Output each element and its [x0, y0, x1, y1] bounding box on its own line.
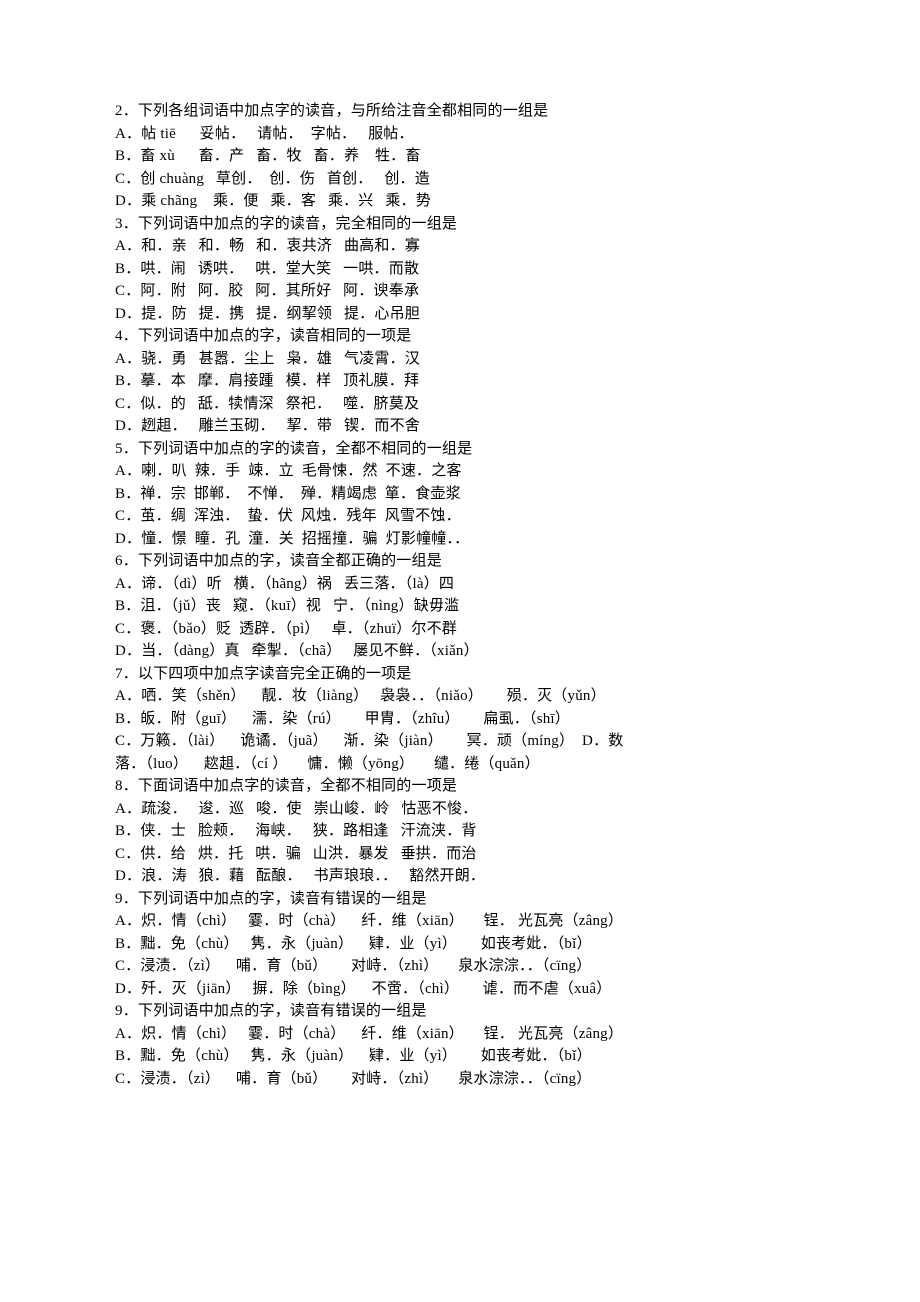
text-line: B．禅．宗 邯郸． 不惮． 殚．精竭虑 箪．食壶浆 [115, 483, 810, 506]
text-line: C．浸渍．（zì） 哺．育（bǔ） 对峙．（zhì） 泉水淙淙．．（cïng） [115, 955, 810, 978]
text-line: C．浸渍．（zì） 哺．育（bǔ） 对峙．（zhì） 泉水淙淙．．（cïng） [115, 1068, 810, 1091]
text-line: 6．下列词语中加点的字，读音全都正确的一组是 [115, 550, 810, 573]
text-line: 2．下列各组词语中加点字的读音，与所给注音全都相同的一组是 [115, 100, 810, 123]
text-content: 2．下列各组词语中加点字的读音，与所给注音全都相同的一组是A．帖 tiē 妥帖．… [115, 100, 810, 1090]
text-line: A．谛．（dì）听 横．（hãng）祸 丢三落．（là）四 [115, 573, 810, 596]
text-line: B．侠．士 脸颊． 海峡． 狭．路相逢 汗流浃．背 [115, 820, 810, 843]
text-line: C．供．给 烘．托 哄．骗 山洪．暴发 垂拱．而治 [115, 843, 810, 866]
text-line: B．畜 xù 畜．产 畜．牧 畜．养 牲．畜 [115, 145, 810, 168]
text-line: A．炽．情（chì） 霎．时（chà） 纤．维（xiān） 锃． 光瓦亮（zân… [115, 1023, 810, 1046]
text-line: C．创 chuàng 草创． 创．伤 首创． 创．造 [115, 168, 810, 191]
text-line: B．黜．免（chù） 隽．永（juàn） 肄．业（yì） 如丧考妣．（bǐ） [115, 1045, 810, 1068]
text-line: 3．下列词语中加点的字的读音，完全相同的一组是 [115, 213, 810, 236]
text-line: D．乘 chãng 乘．便 乘．客 乘．兴 乘．势 [115, 190, 810, 213]
text-line: B．皈．附（guī） 濡．染（rú） 甲胄．（zhîu） 扁虱．（shī） [115, 708, 810, 731]
text-line: A．炽．情（chì） 霎．时（chà） 纤．维（xiān） 锃． 光瓦亮（zân… [115, 910, 810, 933]
text-line: 5．下列词语中加点的字的读音，全都不相同的一组是 [115, 438, 810, 461]
text-line: B．摹．本 摩．肩接踵 模．样 顶礼膜．拜 [115, 370, 810, 393]
text-line: C．万籁．（lài） 诡谲．（juã） 渐．染（jiàn） 冥．顽（míng） … [115, 730, 810, 753]
text-line: A．喇．叭 辣．手 竦．立 毛骨悚．然 不速．之客 [115, 460, 810, 483]
text-line: C．茧．绸 浑浊． 蛰．伏 风烛．残年 风雪不蚀． [115, 505, 810, 528]
text-line: B．哄．闹 诱哄． 哄．堂大笑 一哄．而散 [115, 258, 810, 281]
text-line: C．褒．（bǎo）贬 透辟．（pì） 卓．（zhuï）尔不群 [115, 618, 810, 641]
text-line: D．憧．憬 瞳．孔 潼．关 招摇撞．骗 灯影幢幢．． [115, 528, 810, 551]
text-line: 9．下列词语中加点的字，读音有错误的一组是 [115, 888, 810, 911]
text-line: D．趔趄． 雕兰玉砌． 挈．带 锲．而不舍 [115, 415, 810, 438]
text-line: D．当．（dàng）真 牵掣．（chã） 屡见不鲜．（xiǎn） [115, 640, 810, 663]
text-line: 8．下面词语中加点字的读音，全都不相同的一项是 [115, 775, 810, 798]
text-line: 4．下列词语中加点的字，读音相同的一项是 [115, 325, 810, 348]
text-line: 落．（luo） 趑趄．（cí ） 慵．懒（yōng） 缱．绻（quǎn） [115, 753, 810, 776]
text-line: C．阿．附 阿．胶 阿．其所好 阿．谀奉承 [115, 280, 810, 303]
text-line: C．似．的 舐．犊情深 祭祀． 噬．脐莫及 [115, 393, 810, 416]
text-line: D．提．防 提．携 提．纲挈领 提．心吊胆 [115, 303, 810, 326]
text-line: A．帖 tiē 妥帖． 请帖． 字帖． 服帖． [115, 123, 810, 146]
document-page: 2．下列各组词语中加点字的读音，与所给注音全都相同的一组是A．帖 tiē 妥帖．… [0, 0, 920, 1302]
text-line: B．黜．免（chù） 隽．永（juàn） 肄．业（yì） 如丧考妣．（bǐ） [115, 933, 810, 956]
text-line: B．沮．（jǔ）丧 窥．（kuī）视 宁．（nìng）缺毋滥 [115, 595, 810, 618]
text-line: D．浪．涛 狼．藉 酝酿． 书声琅琅．． 豁然开朗． [115, 865, 810, 888]
text-line: A．哂．笑（shěn） 靓．妆（liàng） 袅袅．．（niǎo） 殒．灭（yǔ… [115, 685, 810, 708]
text-line: 7．以下四项中加点字读音完全正确的一项是 [115, 663, 810, 686]
text-line: D．歼．灭（jiān） 摒．除（bìng） 不啻．（chì） 谑．而不虐（xuâ… [115, 978, 810, 1001]
text-line: 9．下列词语中加点的字，读音有错误的一组是 [115, 1000, 810, 1023]
text-line: A．骁．勇 甚嚣．尘上 枭．雄 气凌霄．汉 [115, 348, 810, 371]
text-line: A．和．亲 和．畅 和．衷共济 曲高和．寡 [115, 235, 810, 258]
text-line: A．疏浚． 逡．巡 唆．使 崇山峻．岭 怙恶不悛． [115, 798, 810, 821]
